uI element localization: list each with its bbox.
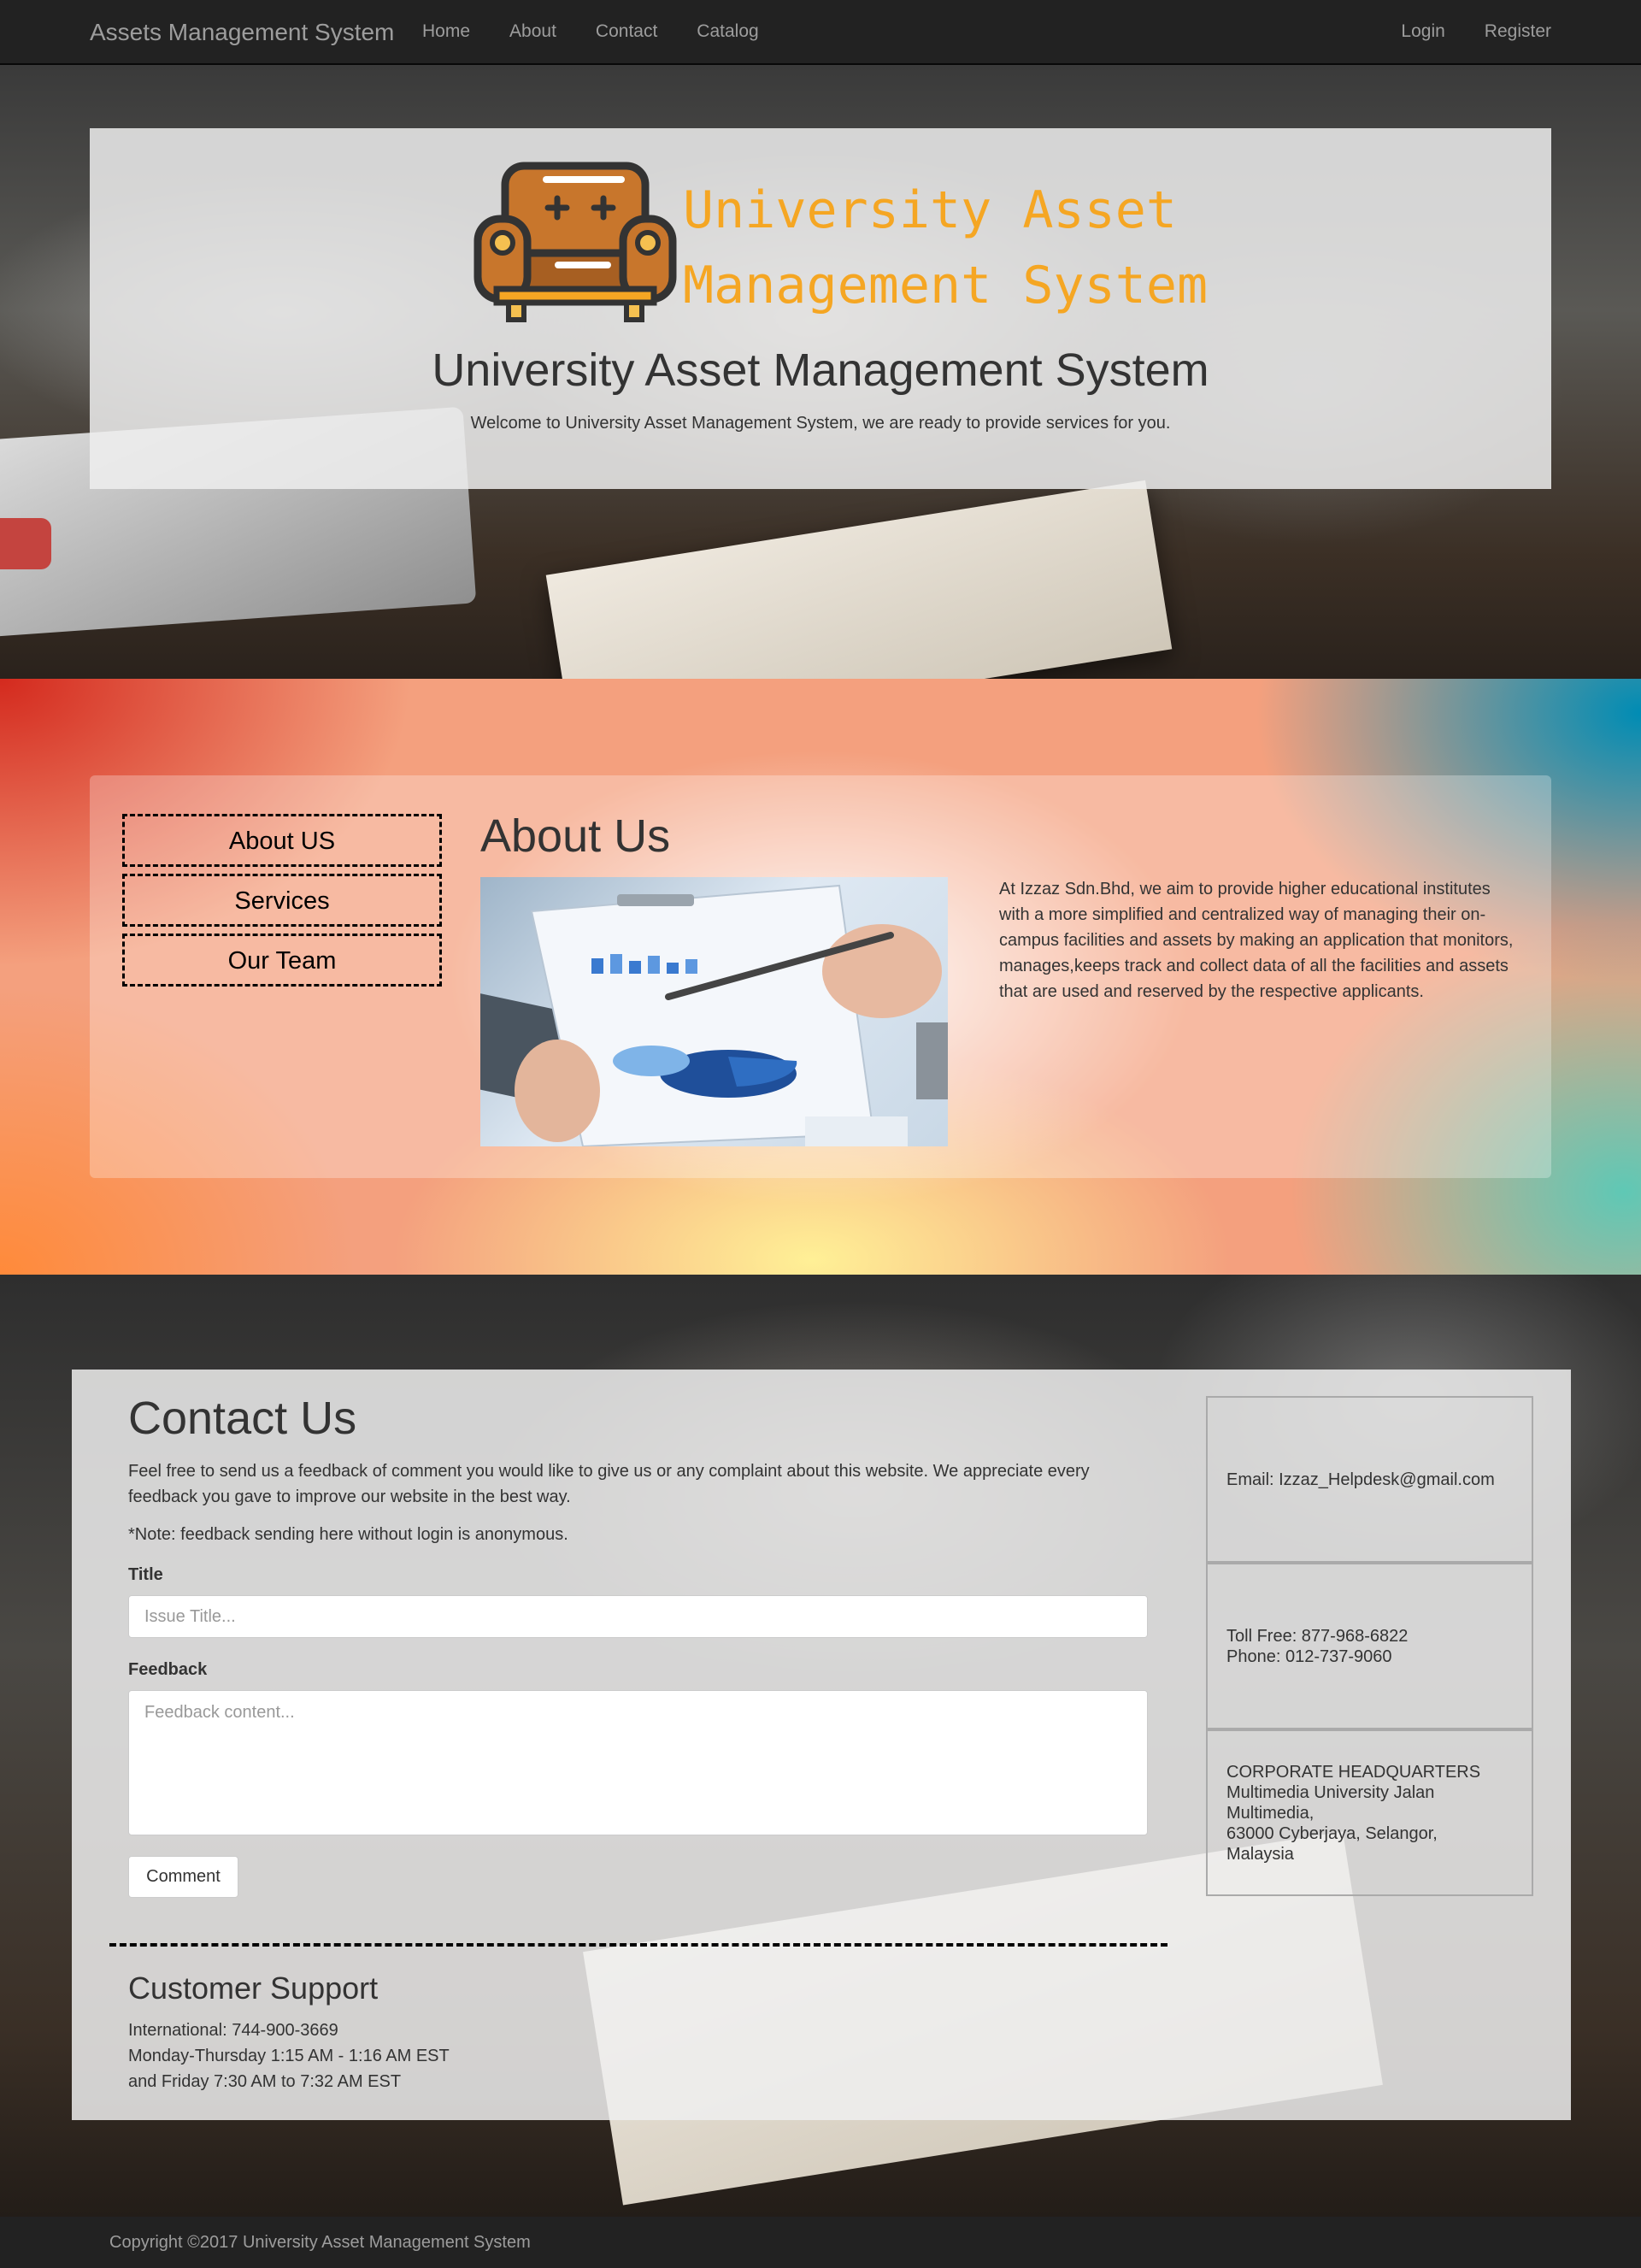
email-box: Email: Izzaz_Helpdesk@gmail.com <box>1206 1396 1533 1563</box>
customer-support-title: Customer Support <box>128 1971 379 2006</box>
title-label: Title <box>128 1565 163 1584</box>
nav-register-link[interactable]: Register <box>1485 21 1551 42</box>
logo-wordmark: University Asset Management System <box>683 173 1230 323</box>
feedback-textarea[interactable] <box>128 1690 1148 1835</box>
customer-support-info: International: 744-900-3669 Monday-Thurs… <box>128 2018 450 2094</box>
about-image <box>480 877 948 1146</box>
about-panel: About US Services Our Team About Us At I… <box>90 775 1551 1178</box>
background-object <box>0 518 51 569</box>
hero-subtitle: Welcome to University Asset Management S… <box>470 414 1171 433</box>
hero-section: University Asset Management System Unive… <box>0 65 1641 679</box>
section-divider <box>109 1943 1168 1947</box>
services-button[interactable]: Services <box>122 874 442 927</box>
nav-catalog-link[interactable]: Catalog <box>697 21 758 42</box>
about-text: At Izzaz Sdn.Bhd, we aim to provide high… <box>999 880 1514 1001</box>
footer: Copyright ©2017 University Asset Managem… <box>0 2217 1641 2268</box>
chart-document-illustration <box>480 884 948 1146</box>
armchair-icon <box>473 162 677 322</box>
hq-address-line: 63000 Cyberjaya, Selangor, <box>1226 1823 1438 1843</box>
about-section: About US Services Our Team About Us At I… <box>0 679 1641 1275</box>
support-hours-friday: and Friday 7:30 AM to 7:32 AM EST <box>128 2072 402 2091</box>
contact-panel: Contact Us Feel free to send us a feedba… <box>72 1370 1571 2120</box>
support-international: International: 744-900-3669 <box>128 2021 338 2040</box>
phone-box: Toll Free: 877-968-6822 Phone: 012-737-9… <box>1206 1563 1533 1729</box>
anonymous-note: *Note: feedback sending here without log… <box>128 1525 568 1544</box>
nav-links: Home About Contact Catalog <box>422 21 798 42</box>
contact-description: Feel free to send us a feedback of comme… <box>128 1462 1090 1506</box>
hq-address-line: Multimedia University Jalan <box>1226 1782 1435 1802</box>
navbar: Assets Management System Home About Cont… <box>0 0 1641 65</box>
hero-jumbotron: University Asset Management System Unive… <box>90 128 1551 489</box>
nav-contact-link[interactable]: Contact <box>596 21 657 42</box>
our-team-button[interactable]: Our Team <box>122 934 442 987</box>
contact-section: Contact Us Feel free to send us a feedba… <box>0 1275 1641 2217</box>
comment-button[interactable]: Comment <box>128 1856 238 1898</box>
headquarters-box: CORPORATE HEADQUARTERS Multimedia Univer… <box>1206 1729 1533 1896</box>
site-logo: University Asset Management System <box>473 161 1242 323</box>
nav-about-link[interactable]: About <box>509 21 556 42</box>
nav-login-link[interactable]: Login <box>1401 21 1444 42</box>
contact-toll-free: Toll Free: 877-968-6822 <box>1226 1626 1409 1646</box>
contact-title: Contact Us <box>128 1393 357 1444</box>
copyright-text: Copyright ©2017 University Asset Managem… <box>109 2233 531 2252</box>
logo-line-2: Management System <box>683 256 1209 315</box>
nav-home-link[interactable]: Home <box>422 21 470 42</box>
logo-line-1: University Asset <box>683 180 1177 240</box>
nav-auth-links: Login Register <box>1362 21 1551 42</box>
support-hours-weekdays: Monday-Thursday 1:15 AM - 1:16 AM EST <box>128 2047 450 2065</box>
hq-address-line: Malaysia <box>1226 1844 1294 1864</box>
background-notebook <box>545 480 1173 679</box>
hq-heading: CORPORATE HEADQUARTERS <box>1226 1762 1481 1782</box>
contact-phone: Phone: 012-737-9060 <box>1226 1647 1392 1666</box>
about-us-button[interactable]: About US <box>122 814 442 867</box>
issue-title-input[interactable] <box>128 1595 1148 1638</box>
feedback-label: Feedback <box>128 1660 208 1679</box>
hq-address-line: Multimedia, <box>1226 1803 1315 1823</box>
hero-title: University Asset Management System <box>432 345 1209 396</box>
about-heading: About Us <box>480 810 671 862</box>
navbar-brand[interactable]: Assets Management System <box>90 19 394 46</box>
contact-email: Email: Izzaz_Helpdesk@gmail.com <box>1226 1470 1495 1489</box>
